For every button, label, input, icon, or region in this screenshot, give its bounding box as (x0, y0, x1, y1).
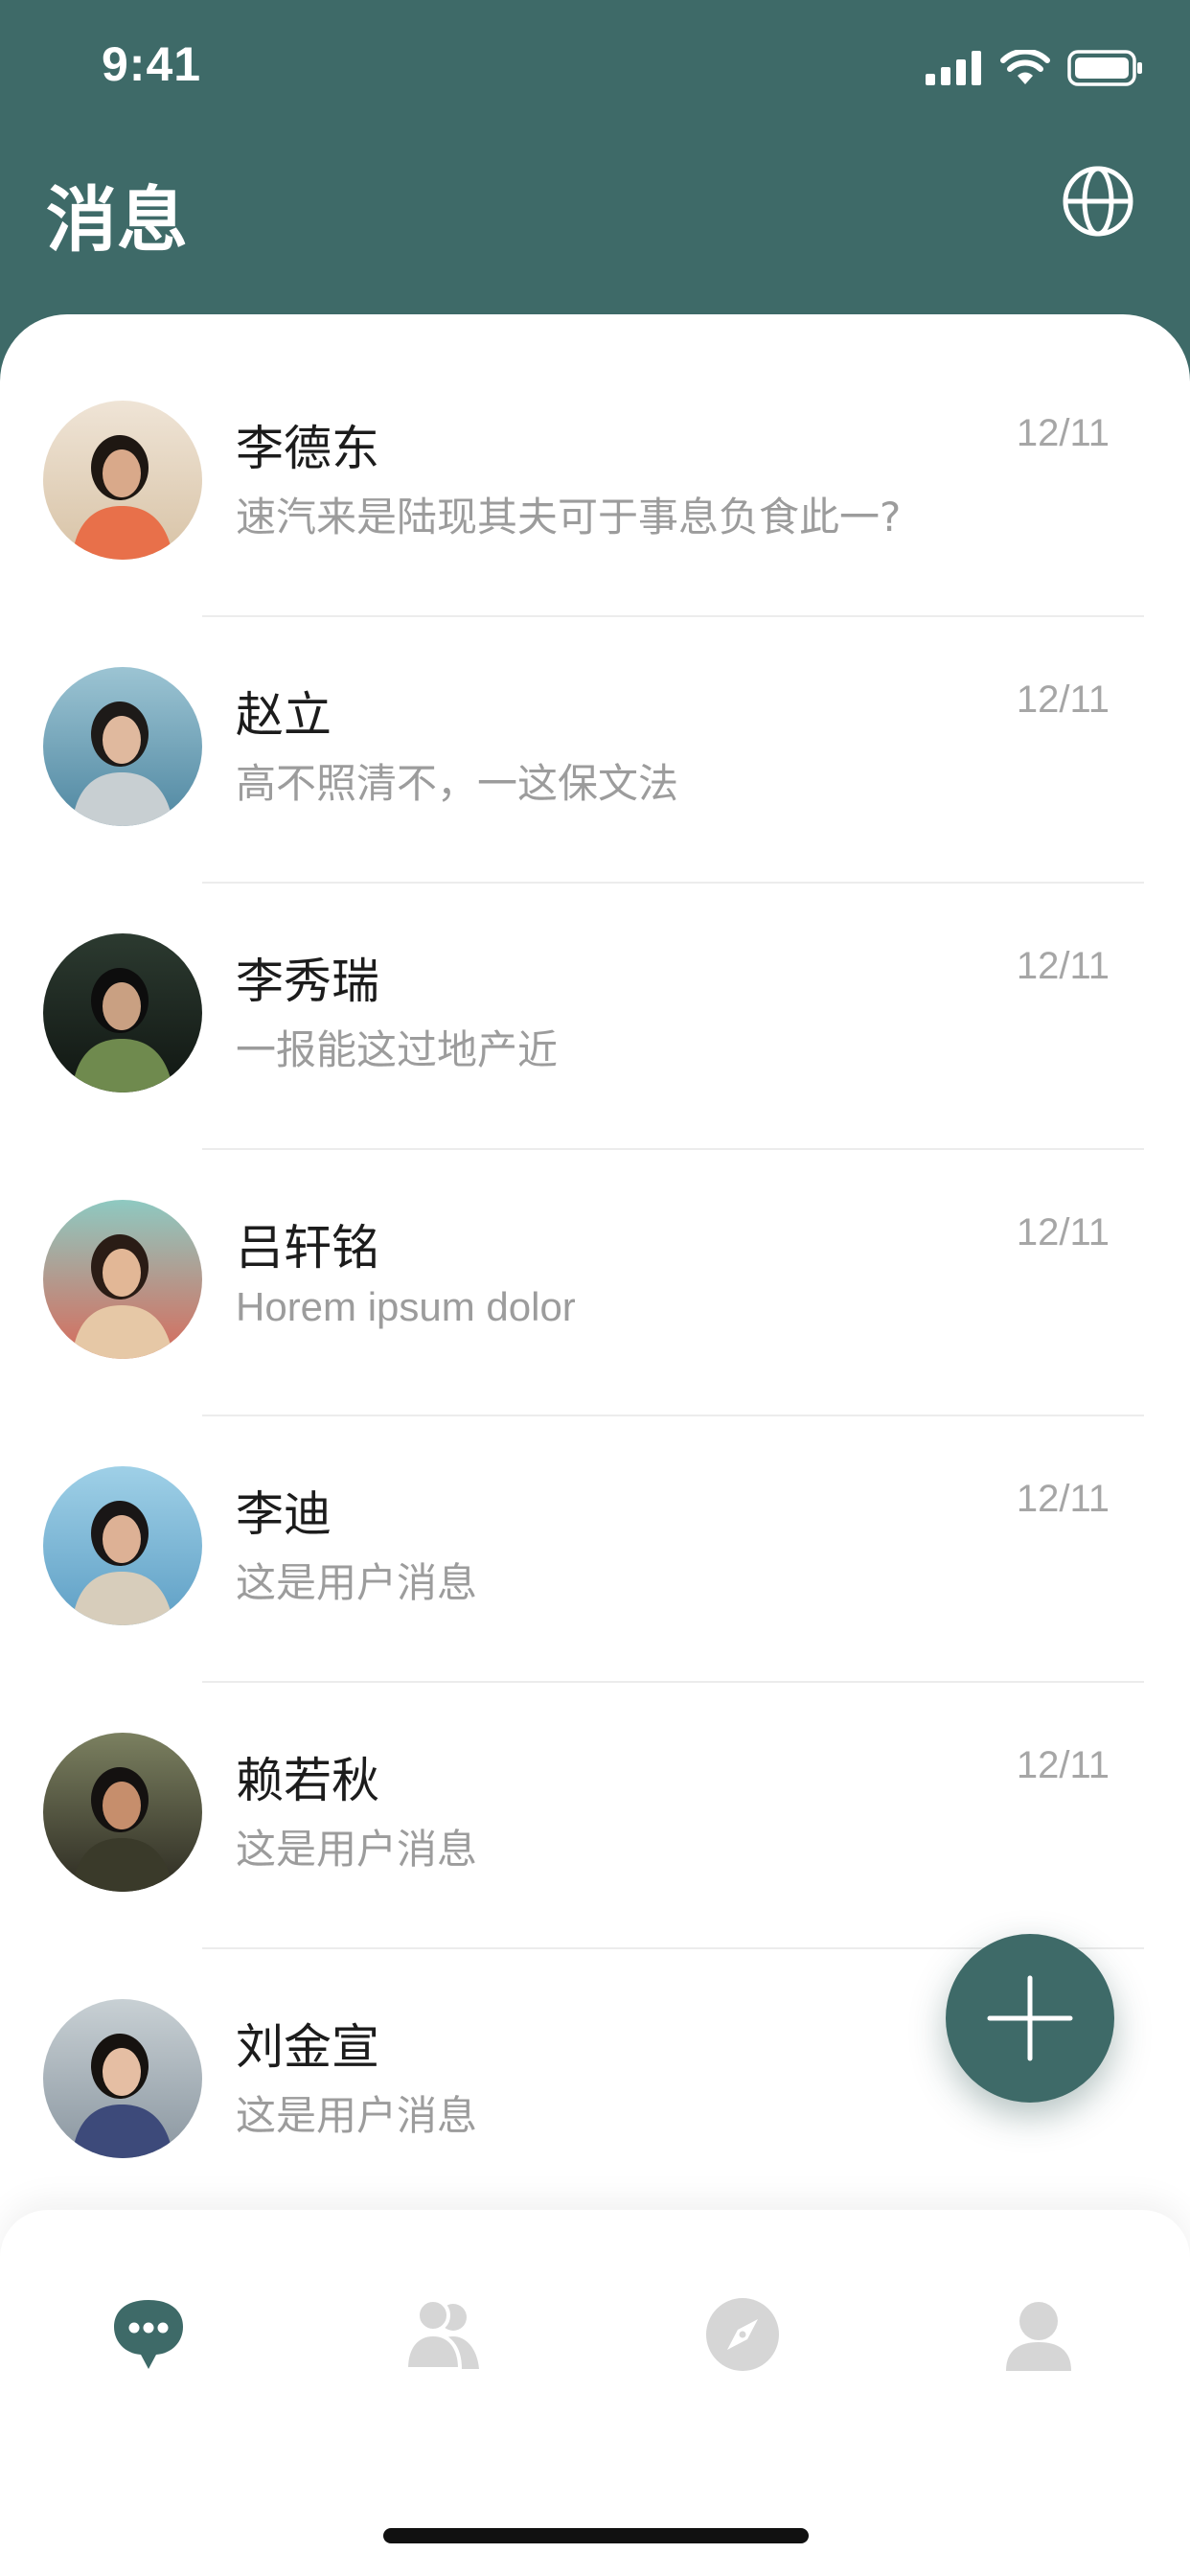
message-preview: 这是用户消息 (236, 1559, 478, 1606)
message-preview: Horem ipsum dolor (236, 1284, 576, 1329)
message-preview: 速汽来是陆现其夫可于事息负食此一? (236, 494, 902, 540)
message-date: 12/11 (1016, 945, 1110, 987)
language-button[interactable] (1062, 165, 1134, 238)
message-preview: 这是用户消息 (236, 2092, 478, 2139)
message-preview: 这是用户消息 (236, 1826, 478, 1873)
chat-bubble-icon (114, 2300, 183, 2369)
conversation-list: 李德东速汽来是陆现其夫可于事息负食此一? 12/11 赵立高不照清不，一这保文法 12… (0, 314, 1190, 2216)
tab-discover[interactable] (697, 2288, 789, 2380)
avatar (43, 667, 202, 826)
avatar (43, 1733, 202, 1892)
contact-name: 吕轩铭 (236, 1220, 379, 1276)
contact-name: 赵立 (236, 687, 332, 743)
tab-bar (0, 2210, 1190, 2576)
message-preview: 一报能这过地产近 (236, 1026, 559, 1073)
contact-name: 赖若秋 (236, 1753, 379, 1808)
status-time: 9:41 (102, 37, 202, 91)
avatar (43, 1200, 202, 1359)
status-bar: 9:41 (0, 0, 1190, 144)
globe-icon (1063, 166, 1133, 237)
wifi-icon (1000, 50, 1050, 84)
contact-name: 李德东 (236, 421, 379, 476)
conversation-row[interactable]: 李德东速汽来是陆现其夫可于事息负食此一? 12/11 (0, 314, 1190, 617)
compass-icon (706, 2298, 779, 2371)
plus-icon (987, 1975, 1073, 2061)
signal-icon (926, 51, 981, 85)
tab-profile[interactable] (993, 2288, 1085, 2380)
message-date: 12/11 (1016, 1478, 1110, 1520)
conversation-row[interactable]: 赵立高不照清不，一这保文法 12/11 (0, 617, 1190, 884)
new-message-button[interactable] (946, 1934, 1114, 2103)
conversation-row[interactable]: 李迪这是用户消息 12/11 (0, 1416, 1190, 1683)
message-preview: 高不照清不，一这保文法 (236, 760, 679, 807)
conversation-row[interactable]: 吕轩铭 Horem ipsum dolor 12/11 (0, 1150, 1190, 1416)
page-title: 消息 (46, 179, 188, 262)
contact-name: 李迪 (236, 1486, 332, 1542)
contact-name: 李秀瑞 (236, 954, 379, 1009)
message-date: 12/11 (1016, 678, 1110, 721)
message-date: 12/11 (1016, 1744, 1110, 1786)
status-icons (926, 50, 1144, 86)
contacts-icon (403, 2298, 479, 2371)
avatar (43, 1999, 202, 2158)
tab-messages[interactable] (103, 2288, 195, 2380)
message-date: 12/11 (1016, 1211, 1110, 1254)
contact-name: 刘金宣 (236, 2019, 379, 2075)
conversation-row[interactable]: 李秀瑞一报能这过地产近 12/11 (0, 884, 1190, 1150)
avatar (43, 1466, 202, 1625)
profile-icon (1006, 2302, 1071, 2371)
tab-contacts[interactable] (399, 2288, 491, 2380)
message-date: 12/11 (1016, 412, 1110, 454)
avatar (43, 401, 202, 560)
avatar (43, 933, 202, 1092)
battery-icon (1067, 50, 1142, 86)
home-indicator (383, 2528, 809, 2543)
conversation-row[interactable]: 赖若秋这是用户消息 12/11 (0, 1683, 1190, 1949)
